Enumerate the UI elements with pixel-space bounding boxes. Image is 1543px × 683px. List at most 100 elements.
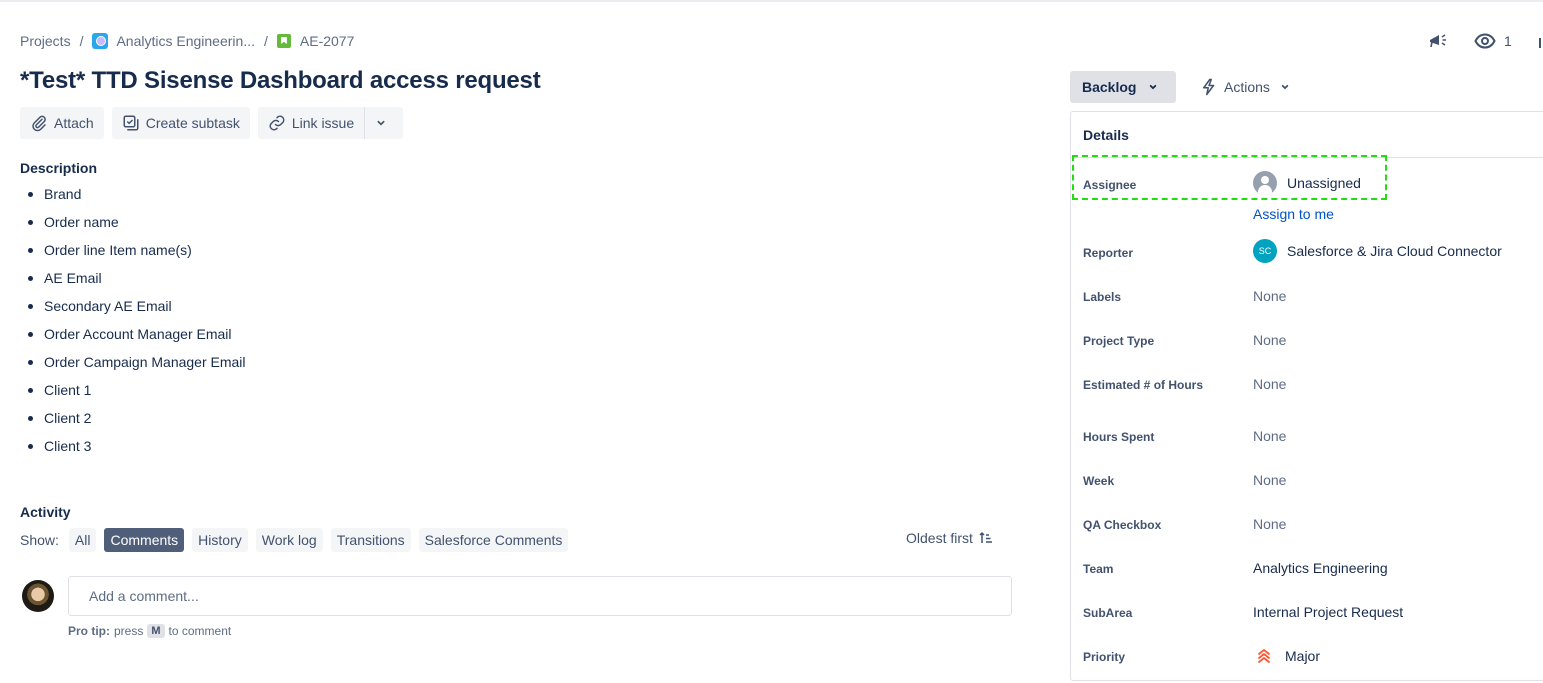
estimated-hours-value[interactable]: None <box>1253 376 1286 392</box>
activity-filters: Show: All Comments History Work log Tran… <box>20 528 569 552</box>
filter-comments[interactable]: Comments <box>104 528 185 552</box>
sort-order-label: Oldest first <box>906 530 973 546</box>
link-issue-button[interactable]: Link issue <box>257 107 365 139</box>
description-item: Client 2 <box>20 408 246 436</box>
field-estimated-hours: Estimated # of Hours None <box>1083 376 1543 392</box>
pro-tip-press: press <box>114 624 144 638</box>
chevron-down-icon <box>1281 84 1289 90</box>
field-priority: Priority Major <box>1083 648 1543 664</box>
field-label: Estimated # of Hours <box>1083 378 1204 392</box>
field-label: Team <box>1083 562 1114 576</box>
field-label: QA Checkbox <box>1083 518 1162 532</box>
filter-salesforce-comments[interactable]: Salesforce Comments <box>418 528 569 552</box>
description-item: AE Email <box>20 268 246 296</box>
field-qa-checkbox: QA Checkbox None <box>1083 516 1543 532</box>
field-subarea: SubArea Internal Project Request <box>1083 604 1543 620</box>
attach-label: Attach <box>54 115 94 131</box>
labels-value[interactable]: None <box>1253 288 1286 304</box>
eye-icon <box>1474 33 1496 49</box>
field-label: Project Type <box>1083 334 1155 348</box>
issue-header-actions: 1 <box>1428 31 1543 51</box>
field-team: Team Analytics Engineering <box>1083 560 1543 576</box>
issue-toolbar: Attach Create subtask Link issue <box>20 107 404 139</box>
watch-button[interactable]: 1 <box>1474 32 1512 50</box>
activity-heading: Activity <box>20 504 71 520</box>
priority-value[interactable]: Major <box>1253 648 1320 664</box>
field-label: Hours Spent <box>1083 430 1155 444</box>
more-actions-button[interactable] <box>364 107 404 139</box>
team-value[interactable]: Analytics Engineering <box>1253 560 1388 576</box>
sort-order-button[interactable]: Oldest first <box>906 530 993 546</box>
chevron-down-icon <box>377 120 385 126</box>
user-avatar[interactable] <box>22 580 54 612</box>
comment-input[interactable] <box>68 576 1012 616</box>
show-label: Show: <box>20 532 59 548</box>
filter-history[interactable]: History <box>192 528 248 552</box>
pro-tip-label: Pro tip: <box>68 624 110 638</box>
breadcrumb-issue[interactable]: AE-2077 <box>276 33 354 49</box>
field-week: Week None <box>1083 472 1543 488</box>
details-heading[interactable]: Details <box>1071 112 1543 158</box>
field-label: Labels <box>1083 290 1122 304</box>
qa-checkbox-value[interactable]: None <box>1253 516 1286 532</box>
create-subtask-label: Create subtask <box>145 115 240 131</box>
subarea-value[interactable]: Internal Project Request <box>1253 604 1403 620</box>
assignee-value[interactable]: Unassigned <box>1253 171 1361 195</box>
filter-all[interactable]: All <box>68 528 97 552</box>
description-item: Order Campaign Manager Email <box>20 352 246 380</box>
breadcrumb-projects[interactable]: Projects <box>20 33 71 49</box>
attach-button[interactable]: Attach <box>20 107 104 139</box>
description-item: Brand <box>20 184 246 212</box>
link-icon <box>269 115 285 131</box>
field-labels: Labels None <box>1083 288 1543 304</box>
filter-work-log[interactable]: Work log <box>255 528 323 552</box>
description-item: Client 3 <box>20 436 246 464</box>
field-label: Priority <box>1083 650 1126 664</box>
issue-title[interactable]: *Test* TTD Sisense Dashboard access requ… <box>20 67 541 95</box>
description-item: Order Account Manager Email <box>20 324 246 352</box>
description-item: Client 1 <box>20 380 246 408</box>
project-type-value[interactable]: None <box>1253 332 1286 348</box>
create-subtask-button[interactable]: Create subtask <box>111 107 250 139</box>
top-border <box>0 0 1543 2</box>
field-label: SubArea <box>1083 606 1133 620</box>
paperclip-icon <box>32 115 46 132</box>
field-label: Week <box>1083 474 1115 488</box>
priority-name: Major <box>1285 648 1321 664</box>
feedback-button[interactable] <box>1428 31 1450 51</box>
hours-spent-value[interactable]: None <box>1253 428 1286 444</box>
sort-ascending-icon <box>979 531 992 543</box>
breadcrumb-project-label: Analytics Engineerin... <box>116 33 255 49</box>
filter-transitions[interactable]: Transitions <box>330 528 411 552</box>
status-dropdown[interactable]: Backlog <box>1070 71 1176 103</box>
reporter-avatar: SC <box>1253 239 1277 263</box>
assign-to-me-link[interactable]: Assign to me <box>1253 206 1334 222</box>
field-assignee: Assignee Unassigned <box>1083 171 1543 195</box>
week-value[interactable]: None <box>1253 472 1286 488</box>
priority-major-icon <box>1258 649 1270 663</box>
pro-tip: Pro tip: press M to comment <box>68 624 231 638</box>
breadcrumb: Projects / Analytics Engineerin... / AE-… <box>20 31 354 51</box>
actions-label: Actions <box>1224 79 1270 95</box>
breadcrumb-separator: / <box>79 33 84 49</box>
breadcrumb-separator: / <box>264 33 268 49</box>
lightning-icon <box>1203 78 1215 96</box>
field-project-type: Project Type None <box>1083 332 1543 348</box>
vote-button[interactable] <box>1538 32 1543 50</box>
keyboard-shortcut-key: M <box>147 624 165 638</box>
status-label: Backlog <box>1082 79 1137 95</box>
pro-tip-rest: to comment <box>168 624 232 638</box>
breadcrumb-project[interactable]: Analytics Engineerin... <box>92 33 255 49</box>
description-list[interactable]: Brand Order name Order line Item name(s)… <box>20 184 246 464</box>
story-icon <box>276 34 291 48</box>
chevron-down-icon <box>1150 84 1157 90</box>
description-item: Secondary AE Email <box>20 296 246 324</box>
megaphone-icon <box>1430 34 1446 48</box>
details-panel: Details Assignee Unassigned Assign to me… <box>1070 111 1543 681</box>
field-label: Reporter <box>1083 246 1134 260</box>
actions-dropdown[interactable]: Actions <box>1192 71 1300 103</box>
assignee-name: Unassigned <box>1287 175 1361 191</box>
project-avatar-icon <box>92 33 109 49</box>
reporter-value[interactable]: SC Salesforce & Jira Cloud Connector <box>1253 239 1502 263</box>
subtask-icon <box>123 115 139 131</box>
